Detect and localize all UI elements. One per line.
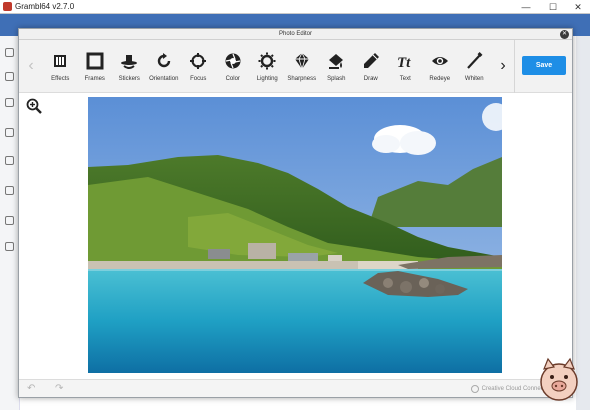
toolbar-next-arrow[interactable]: ›	[496, 54, 510, 78]
tool-list: Effects Frames Stickers Orientation Focu…	[43, 42, 505, 92]
tool-label: Color	[225, 76, 240, 82]
tool-redeye[interactable]: Redeye	[423, 42, 458, 92]
minimize-button[interactable]: —	[514, 0, 538, 14]
sharpness-icon	[294, 52, 309, 70]
redo-icon[interactable]: ↷	[55, 384, 69, 394]
whiten-icon	[467, 52, 483, 69]
effects-icon	[54, 55, 67, 67]
window-titlebar: Grambl64 v2.7.0 — ☐ ✕	[0, 0, 590, 14]
save-button[interactable]: Save	[522, 56, 566, 75]
dialog-close-button[interactable]: ✕	[560, 30, 569, 39]
close-window-button[interactable]: ✕	[566, 0, 590, 14]
tool-splash[interactable]: Splash	[319, 42, 354, 92]
pig-mascot-icon	[540, 357, 578, 401]
tool-label: Frames	[84, 76, 105, 82]
dialog-titlebar: Photo Editor ✕	[19, 29, 572, 40]
maximize-button[interactable]: ☐	[541, 0, 565, 14]
app-icon	[3, 2, 12, 11]
tool-label: Orientation	[149, 76, 179, 82]
tool-lighting[interactable]: Lighting	[250, 42, 285, 92]
tool-whiten[interactable]: Whiten	[457, 42, 492, 92]
photo-editor-dialog: Photo Editor ✕ ‹ Effects Frames Stickers…	[18, 28, 573, 398]
frames-icon	[86, 52, 104, 70]
tool-label: Redeye	[429, 76, 451, 82]
tool-orientation[interactable]: Orientation	[147, 42, 182, 92]
redeye-icon	[431, 57, 448, 65]
editor-footer: ↶ ↷ Creative Cloud Connected	[19, 379, 572, 397]
background-sidebar	[0, 36, 20, 410]
tool-draw[interactable]: Draw	[354, 42, 389, 92]
background-right-panel	[576, 36, 590, 410]
color-icon	[225, 53, 241, 69]
editor-toolbar: ‹ Effects Frames Stickers Orientation Fo…	[19, 40, 572, 93]
splash-icon	[329, 54, 344, 69]
window-title: Grambl64 v2.7.0	[15, 2, 75, 11]
lighting-icon	[258, 52, 276, 70]
tool-frames[interactable]: Frames	[78, 42, 113, 92]
tool-stickers[interactable]: Stickers	[112, 42, 147, 92]
editor-canvas	[19, 94, 572, 378]
tool-sharpness[interactable]: Sharpness	[285, 42, 320, 92]
zoom-in-icon[interactable]	[26, 98, 42, 114]
tool-label: Splash	[327, 76, 346, 82]
tool-label: Sharpness	[287, 76, 317, 82]
tool-label: Whiten	[464, 76, 484, 82]
text-icon: Tt	[397, 55, 411, 70]
creative-cloud-icon	[470, 385, 479, 393]
toolbar-divider	[514, 40, 515, 93]
landscape-photo	[88, 97, 502, 373]
tool-color[interactable]: Color	[216, 42, 251, 92]
tool-effects[interactable]: Effects	[43, 42, 78, 92]
undo-icon[interactable]: ↶	[27, 384, 41, 394]
focus-icon	[190, 53, 207, 69]
toolbar-prev-arrow[interactable]: ‹	[24, 54, 38, 78]
svg-text:Tt: Tt	[397, 55, 411, 70]
tool-focus[interactable]: Focus	[181, 42, 216, 92]
photo-preview[interactable]	[88, 97, 502, 373]
tool-label: Focus	[190, 76, 207, 82]
tool-label: Effects	[51, 76, 70, 82]
draw-icon	[363, 53, 379, 68]
tool-label: Text	[399, 76, 411, 82]
tool-text[interactable]: Tt Text	[388, 42, 423, 92]
orientation-icon	[157, 53, 170, 68]
tool-label: Lighting	[256, 76, 278, 82]
tool-label: Draw	[363, 76, 378, 82]
dialog-title: Photo Editor	[278, 31, 313, 37]
tool-label: Stickers	[118, 76, 140, 82]
stickers-icon	[121, 55, 138, 69]
